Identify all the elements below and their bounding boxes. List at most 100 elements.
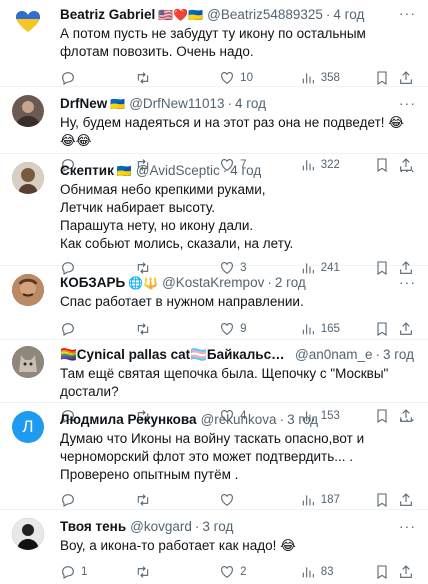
author-name[interactable]: DrfNew xyxy=(60,95,107,113)
views-chart-icon xyxy=(302,495,314,506)
separator-dot: · xyxy=(194,519,200,534)
bookmark-icon xyxy=(377,565,387,579)
bookmark-button[interactable] xyxy=(374,564,398,580)
retweet-icon xyxy=(137,72,148,84)
tweet-text: Обнимая небо крепкими руками, Летчик наб… xyxy=(60,182,294,251)
tweet[interactable]: Beatriz Gabriel 🇺🇸❤️🇺🇦 @Beatriz54889325 … xyxy=(0,0,428,87)
retweet-icon xyxy=(137,494,148,506)
author-handle[interactable]: @AvidSceptic xyxy=(136,162,220,180)
timestamp[interactable]: 3 год xyxy=(202,518,233,536)
name-flags: 🇺🇸❤️🇺🇦 xyxy=(158,8,204,22)
views-button[interactable]: 187 xyxy=(300,492,375,508)
author-name[interactable]: Скептик xyxy=(60,162,114,180)
timestamp[interactable]: 4 год xyxy=(230,162,261,180)
separator-dot: · xyxy=(227,96,232,111)
reply-button[interactable]: 1 xyxy=(60,564,135,580)
author-handle[interactable]: @KostaKrempov xyxy=(162,274,264,292)
views-button[interactable]: 358 xyxy=(300,70,375,86)
timestamp[interactable]: 4 год xyxy=(333,6,364,24)
heart-icon xyxy=(221,494,234,506)
reply-feed: Beatriz Gabriel 🇺🇸❤️🇺🇦 @Beatriz54889325 … xyxy=(0,0,428,584)
views-chart-icon xyxy=(302,324,314,335)
more-options-icon[interactable]: ··· xyxy=(399,275,416,289)
share-icon xyxy=(400,565,412,578)
heart-icon xyxy=(221,566,234,578)
like-button[interactable]: 10 xyxy=(219,70,300,86)
reply-icon xyxy=(62,323,74,336)
more-options-icon[interactable]: ··· xyxy=(399,96,416,110)
timestamp[interactable]: 4 год xyxy=(235,95,266,113)
separator-dot: · xyxy=(325,7,331,22)
person-avatar[interactable] xyxy=(12,95,44,127)
tweet-text: А потом пусть не забудут ту икону по ост… xyxy=(60,26,366,59)
author-name[interactable]: Твоя тень xyxy=(60,518,126,536)
tweet-text: Воу, а икона-то работает как надо! 😂 xyxy=(60,538,296,553)
share-button[interactable] xyxy=(398,564,414,580)
share-button[interactable] xyxy=(398,321,414,337)
tweet[interactable]: Л Людмила Рекункова @rekunkova · 3 год Д… xyxy=(0,403,428,510)
reply-button[interactable] xyxy=(60,70,135,86)
person-avatar[interactable] xyxy=(12,162,44,194)
views-chart-icon xyxy=(302,567,314,578)
tweet[interactable]: DrfNew 🇺🇦 @DrfNew11013 · 4 год Ну, будем… xyxy=(0,87,428,172)
author-handle[interactable]: @an0nam_e xyxy=(295,346,373,364)
views-chart-icon xyxy=(302,73,314,84)
author-handle[interactable]: @DrfNew11013 xyxy=(129,95,224,113)
more-options-icon[interactable]: ··· xyxy=(399,6,416,20)
bookmark-icon xyxy=(377,71,387,85)
retweet-icon xyxy=(137,566,148,578)
like-button[interactable]: 9 xyxy=(219,321,300,337)
separator-dot: · xyxy=(267,275,272,290)
author-handle[interactable]: @rekunkova xyxy=(201,411,277,429)
timestamp[interactable]: 2 год xyxy=(275,274,306,292)
more-options-icon[interactable]: ··· xyxy=(399,163,416,177)
author-handle[interactable]: @kovgard xyxy=(130,518,192,536)
bookmark-button[interactable] xyxy=(374,70,398,86)
more-options-icon[interactable]: ··· xyxy=(399,412,416,426)
author-name[interactable]: 🏳️‍🌈Cynical pallas cat🏳️‍⚧️Байкальський … xyxy=(60,346,291,364)
share-button[interactable] xyxy=(398,492,414,508)
tweet-text: Спас работает в нужном направлении. xyxy=(60,294,304,309)
reply-button[interactable] xyxy=(60,321,135,337)
like-button[interactable]: 2 xyxy=(219,564,300,580)
cat-avatar[interactable] xyxy=(12,346,44,378)
name-flags: 🇺🇦 xyxy=(110,97,126,111)
person-avatar[interactable] xyxy=(12,274,44,306)
author-name[interactable]: Людмила Рекункова xyxy=(60,411,197,429)
bookmark-button[interactable] xyxy=(374,492,398,508)
author-handle[interactable]: @Beatriz54889325 xyxy=(207,6,323,24)
share-icon xyxy=(400,322,412,335)
retweet-button[interactable] xyxy=(135,321,220,337)
bookmark-icon xyxy=(377,322,387,336)
reply-icon xyxy=(62,72,74,85)
tweet[interactable]: 🏳️‍🌈Cynical pallas cat🏳️‍⚧️Байкальський … xyxy=(0,340,428,423)
tweet-text: Думаю что Иконы на войну таскать опасно,… xyxy=(60,431,365,482)
retweet-button[interactable] xyxy=(135,70,220,86)
name-flags: 🇺🇦 xyxy=(116,164,132,178)
person-avatar[interactable] xyxy=(12,518,44,550)
heart-icon xyxy=(221,72,234,84)
bookmark-icon xyxy=(377,493,387,507)
separator-dot: · xyxy=(375,347,381,362)
author-name[interactable]: КОБЗАРЬ xyxy=(60,274,125,292)
views-button[interactable]: 83 xyxy=(300,564,375,580)
views-button[interactable]: 165 xyxy=(300,321,375,337)
retweet-button[interactable] xyxy=(135,492,220,508)
ukraine-heart-avatar[interactable] xyxy=(12,6,44,38)
tweet-text: Там ещё святая щепочка была. Щепочку с "… xyxy=(60,366,389,399)
tweet[interactable]: КОБЗАРЬ 🌐🔱 @KostaKrempov · 2 год Спас ра… xyxy=(0,266,428,340)
reply-button[interactable] xyxy=(60,492,135,508)
tweet[interactable]: Твоя тень @kovgard · 3 год Воу, а икона-… xyxy=(0,510,428,584)
retweet-icon xyxy=(137,323,148,335)
tweet[interactable]: Скептик 🇺🇦 @AvidSceptic · 4 год Обнимая … xyxy=(0,154,428,275)
more-options-icon[interactable]: ··· xyxy=(399,519,416,533)
timestamp[interactable]: 3 год xyxy=(287,411,318,429)
share-button[interactable] xyxy=(398,70,414,86)
like-button[interactable] xyxy=(219,492,300,508)
timestamp[interactable]: 3 год xyxy=(383,346,414,364)
retweet-button[interactable] xyxy=(135,564,220,580)
bookmark-button[interactable] xyxy=(374,321,398,337)
author-name[interactable]: Beatriz Gabriel xyxy=(60,6,155,24)
separator-dot: · xyxy=(279,412,285,427)
letter-avatar[interactable]: Л xyxy=(12,411,44,443)
